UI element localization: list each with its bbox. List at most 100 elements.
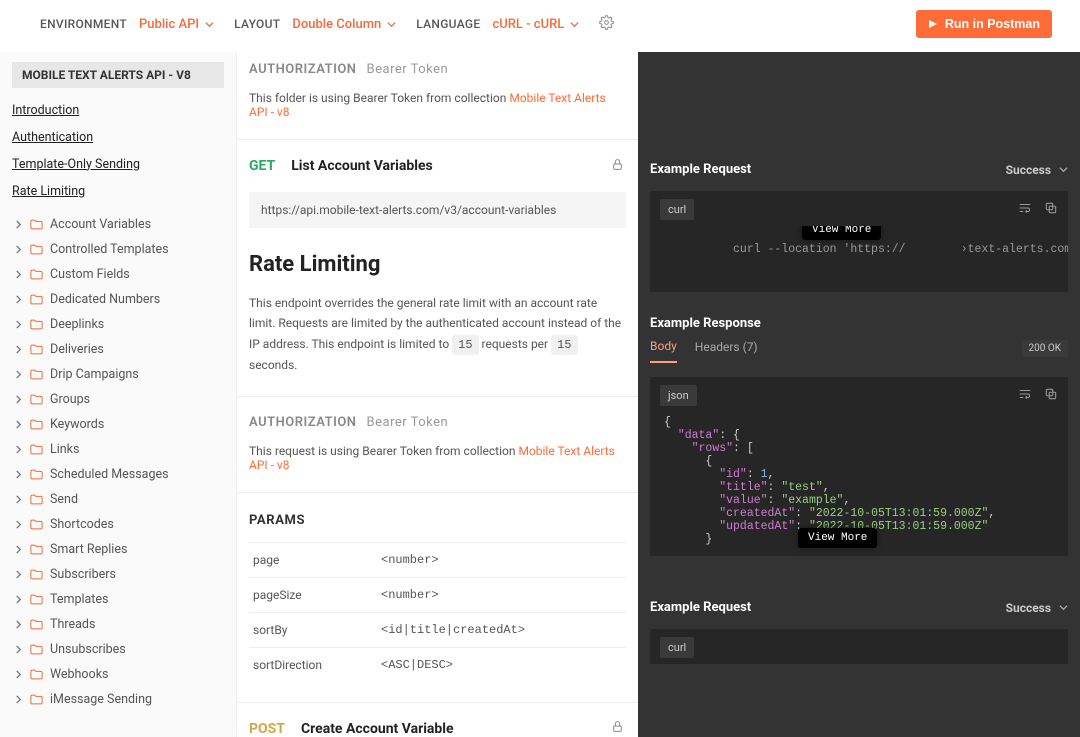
sidebar-item-unsubscribes[interactable]: Unsubscribes bbox=[12, 637, 224, 662]
sidebar-item-label: Controlled Templates bbox=[50, 242, 169, 257]
status-badge: 200 OK bbox=[1022, 340, 1069, 357]
copy-icon[interactable] bbox=[1044, 387, 1058, 405]
sidebar-item-groups[interactable]: Groups bbox=[12, 387, 224, 412]
chevron-right-icon bbox=[14, 595, 23, 604]
folder-icon bbox=[29, 442, 44, 457]
sidebar-item-deliveries[interactable]: Deliveries bbox=[12, 337, 224, 362]
chevron-down-icon bbox=[1059, 165, 1068, 174]
method-get: GET bbox=[249, 158, 275, 174]
example-response-heading: Example Response bbox=[650, 316, 761, 331]
view-more-tooltip[interactable]: View More bbox=[802, 226, 881, 240]
sidebar-item-scheduled-messages[interactable]: Scheduled Messages bbox=[12, 462, 224, 487]
env-dropdown[interactable]: Public API bbox=[139, 17, 214, 32]
method-post: POST bbox=[249, 721, 285, 737]
lang-pill-json: json bbox=[660, 385, 697, 406]
request-code: curl --location 'https:// ›text-alerts.c… bbox=[650, 226, 1068, 292]
run-in-postman-button[interactable]: Run in Postman bbox=[916, 10, 1052, 38]
example-request-heading: Example Request bbox=[650, 162, 751, 177]
chevron-right-icon bbox=[14, 470, 23, 479]
sidebar-item-label: Smart Replies bbox=[50, 542, 127, 557]
sidebar-item-controlled-templates[interactable]: Controlled Templates bbox=[12, 237, 224, 262]
sidebar-item-label: Subscribers bbox=[50, 567, 116, 582]
sidebar-item-shortcodes[interactable]: Shortcodes bbox=[12, 512, 224, 537]
folder-icon bbox=[29, 467, 44, 482]
sidebar-item-webhooks[interactable]: Webhooks bbox=[12, 662, 224, 687]
table-row: pageSize<number> bbox=[249, 577, 626, 612]
params-table: page<number>pageSize<number>sortBy<id|ti… bbox=[249, 542, 626, 682]
toc-introduction[interactable]: Introduction bbox=[12, 98, 224, 125]
sidebar-item-label: Unsubscribes bbox=[50, 642, 126, 657]
sidebar-item-label: iMessage Sending bbox=[50, 692, 152, 707]
top-nav: ENVIRONMENT Public API LAYOUT Double Col… bbox=[0, 0, 1080, 52]
table-row: sortDirection<ASC|DESC> bbox=[249, 647, 626, 682]
endpoint-name-2: Create Account Variable bbox=[301, 721, 454, 737]
chevron-right-icon bbox=[14, 370, 23, 379]
sidebar-item-links[interactable]: Links bbox=[12, 437, 224, 462]
chevron-right-icon bbox=[14, 495, 23, 504]
sidebar-item-label: Custom Fields bbox=[50, 267, 130, 282]
view-more-tooltip-2[interactable]: View More bbox=[798, 528, 877, 548]
sidebar: MOBILE TEXT ALERTS API - V8 Introduction… bbox=[0, 52, 236, 737]
folder-icon bbox=[29, 667, 44, 682]
toc-authentication[interactable]: Authentication bbox=[12, 125, 224, 152]
sidebar-item-imessage-sending[interactable]: iMessage Sending bbox=[12, 687, 224, 712]
rate-limiting-desc: This endpoint overrides the general rate… bbox=[249, 293, 626, 376]
folder-icon bbox=[29, 592, 44, 607]
table-row: sortBy<id|title|createdAt> bbox=[249, 612, 626, 647]
folder-icon bbox=[29, 292, 44, 307]
lang-dropdown[interactable]: cURL - cURL bbox=[492, 17, 579, 32]
chevron-right-icon bbox=[14, 520, 23, 529]
layout-dropdown[interactable]: Double Column bbox=[292, 17, 396, 32]
sidebar-item-label: Shortcodes bbox=[50, 517, 114, 532]
chevron-right-icon bbox=[14, 670, 23, 679]
sidebar-item-drip-campaigns[interactable]: Drip Campaigns bbox=[12, 362, 224, 387]
folder-icon bbox=[29, 242, 44, 257]
sidebar-item-deeplinks[interactable]: Deeplinks bbox=[12, 312, 224, 337]
example-request-dropdown-2[interactable]: Success bbox=[1006, 601, 1068, 615]
sidebar-item-label: Groups bbox=[50, 392, 90, 407]
chevron-down-icon bbox=[570, 20, 579, 29]
sidebar-item-templates[interactable]: Templates bbox=[12, 587, 224, 612]
chevron-right-icon bbox=[14, 420, 23, 429]
gear-icon[interactable] bbox=[599, 15, 614, 34]
lang-label: LANGUAGE bbox=[416, 17, 480, 31]
example-request-dropdown[interactable]: Success bbox=[1006, 163, 1068, 177]
wrap-icon[interactable] bbox=[1018, 201, 1032, 219]
toc-template-only[interactable]: Template-Only Sending bbox=[12, 152, 224, 179]
sidebar-item-label: Drip Campaigns bbox=[50, 367, 139, 382]
folder-icon bbox=[29, 617, 44, 632]
sidebar-item-smart-replies[interactable]: Smart Replies bbox=[12, 537, 224, 562]
sidebar-item-label: Threads bbox=[50, 617, 95, 632]
folder-icon bbox=[29, 317, 44, 332]
sidebar-item-threads[interactable]: Threads bbox=[12, 612, 224, 637]
sidebar-item-label: Dedicated Numbers bbox=[50, 292, 160, 307]
chevron-right-icon bbox=[14, 245, 23, 254]
chevron-right-icon bbox=[14, 645, 23, 654]
example-panel: Example Request Success curl curl --loca… bbox=[638, 52, 1080, 737]
sidebar-item-label: Templates bbox=[50, 592, 108, 607]
sidebar-item-send[interactable]: Send bbox=[12, 487, 224, 512]
folder-icon bbox=[29, 642, 44, 657]
lang-pill-curl-2: curl bbox=[660, 637, 694, 658]
sidebar-item-subscribers[interactable]: Subscribers bbox=[12, 562, 224, 587]
sidebar-item-dedicated-numbers[interactable]: Dedicated Numbers bbox=[12, 287, 224, 312]
tab-body[interactable]: Body bbox=[650, 333, 677, 363]
sidebar-item-account-variables[interactable]: Account Variables bbox=[12, 212, 224, 237]
chevron-right-icon bbox=[14, 220, 23, 229]
lock-icon bbox=[611, 158, 624, 175]
tab-headers[interactable]: Headers (7) bbox=[695, 334, 758, 362]
wrap-icon[interactable] bbox=[1018, 387, 1032, 405]
chevron-down-icon bbox=[205, 20, 214, 29]
table-row: page<number> bbox=[249, 542, 626, 577]
folder-icon bbox=[29, 267, 44, 282]
copy-icon[interactable] bbox=[1044, 201, 1058, 219]
authorization-row-2: AUTHORIZATIONBearer Token bbox=[249, 415, 626, 430]
auth-description: This folder is using Bearer Token from c… bbox=[249, 91, 626, 119]
sidebar-item-custom-fields[interactable]: Custom Fields bbox=[12, 262, 224, 287]
sidebar-item-keywords[interactable]: Keywords bbox=[12, 412, 224, 437]
request-code-box: curl curl --location 'https:// ›text-ale… bbox=[650, 191, 1068, 292]
authorization-row: AUTHORIZATIONBearer Token bbox=[249, 62, 626, 77]
toc-rate-limiting[interactable]: Rate Limiting bbox=[12, 179, 224, 206]
chevron-right-icon bbox=[14, 395, 23, 404]
chevron-right-icon bbox=[14, 695, 23, 704]
